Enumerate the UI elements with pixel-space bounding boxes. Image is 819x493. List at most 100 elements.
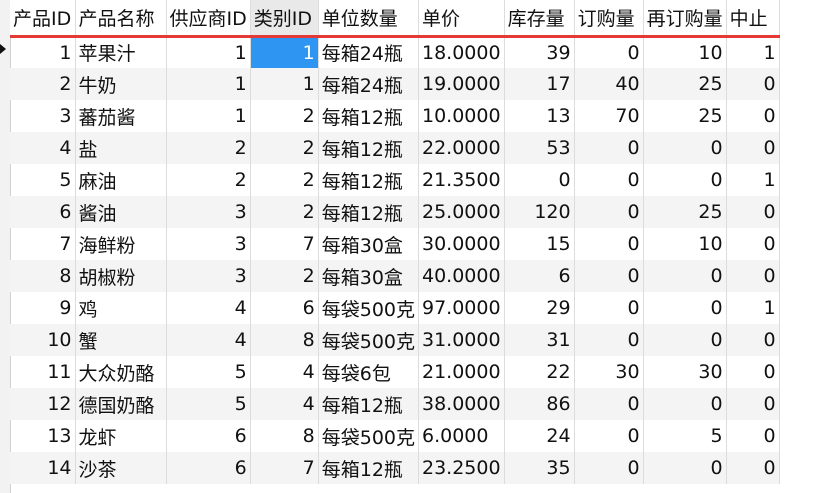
- cell-product-name[interactable]: 胡椒粉: [75, 260, 167, 292]
- cell-on-order[interactable]: 0: [574, 228, 644, 260]
- cell-reorder-level[interactable]: 0: [643, 164, 727, 196]
- cell-supplier-id[interactable]: 6: [166, 452, 251, 484]
- cell-product-name[interactable]: 德国奶酪: [75, 388, 167, 420]
- cell-product-name[interactable]: 蕃茄酱: [75, 100, 167, 132]
- cell-reorder-level[interactable]: 25: [643, 196, 727, 228]
- cell-unit-quantity[interactable]: 每袋6包: [318, 356, 420, 388]
- cell-stock[interactable]: 17: [504, 68, 575, 100]
- cell-category-id[interactable]: 8: [250, 324, 319, 356]
- cell-on-order[interactable]: 0: [574, 36, 644, 68]
- cell-product-id[interactable]: 11: [10, 356, 76, 388]
- cell-supplier-id[interactable]: 1: [166, 100, 251, 132]
- cell-on-order[interactable]: 0: [574, 196, 644, 228]
- cell-reorder-level[interactable]: 0: [643, 388, 727, 420]
- cell-discontinued[interactable]: 1: [726, 36, 780, 68]
- cell-unit-price[interactable]: 23.2500: [418, 452, 505, 484]
- cell-product-id[interactable]: 7: [10, 228, 76, 260]
- cell-supplier-id[interactable]: 5: [166, 356, 251, 388]
- cell-unit-quantity[interactable]: 每袋500克: [318, 324, 420, 356]
- cell-unit-quantity[interactable]: 每箱12瓶: [318, 100, 420, 132]
- cell-product-name[interactable]: 鸡: [75, 292, 167, 324]
- cell-product-id[interactable]: 9: [10, 292, 76, 324]
- cell-stock[interactable]: 15: [504, 228, 575, 260]
- cell-discontinued[interactable]: 0: [726, 68, 780, 100]
- column-header-supplier-id[interactable]: 供应商ID: [166, 0, 251, 36]
- column-header-discontinued[interactable]: 中止: [726, 0, 780, 36]
- cell-unit-quantity[interactable]: 每袋500克: [318, 420, 420, 452]
- cell-discontinued[interactable]: 0: [726, 420, 780, 452]
- cell-supplier-id[interactable]: 3: [166, 196, 251, 228]
- cell-category-id[interactable]: 2: [250, 164, 319, 196]
- cell-product-name[interactable]: 大众奶酪: [75, 356, 167, 388]
- cell-reorder-level[interactable]: 0: [643, 292, 727, 324]
- cell-unit-price[interactable]: 21.3500: [418, 164, 505, 196]
- column-header-on-order[interactable]: 订购量: [574, 0, 644, 36]
- cell-on-order[interactable]: 70: [574, 100, 644, 132]
- cell-product-id[interactable]: 8: [10, 260, 76, 292]
- cell-category-id[interactable]: 4: [250, 388, 319, 420]
- cell-product-name[interactable]: 酱油: [75, 196, 167, 228]
- cell-discontinued[interactable]: 0: [726, 324, 780, 356]
- cell-discontinued[interactable]: 1: [726, 164, 780, 196]
- cell-product-id[interactable]: 6: [10, 196, 76, 228]
- cell-unit-quantity[interactable]: 每袋500克: [318, 292, 420, 324]
- cell-unit-quantity[interactable]: 每箱12瓶: [318, 452, 420, 484]
- cell-unit-price[interactable]: 40.0000: [418, 260, 505, 292]
- cell-reorder-level[interactable]: 0: [643, 260, 727, 292]
- cell-unit-price[interactable]: 38.0000: [418, 388, 505, 420]
- cell-unit-price[interactable]: 18.0000: [418, 36, 505, 68]
- cell-on-order[interactable]: 0: [574, 324, 644, 356]
- cell-stock[interactable]: 24: [504, 420, 575, 452]
- cell-on-order[interactable]: 0: [574, 452, 644, 484]
- cell-supplier-id[interactable]: 2: [166, 132, 251, 164]
- cell-category-id[interactable]: 2: [250, 196, 319, 228]
- cell-stock[interactable]: 6: [504, 260, 575, 292]
- cell-unit-quantity[interactable]: 每箱24瓶: [318, 68, 420, 100]
- cell-on-order[interactable]: 0: [574, 420, 644, 452]
- cell-on-order[interactable]: 30: [574, 356, 644, 388]
- cell-unit-price[interactable]: 6.0000: [418, 420, 505, 452]
- column-header-unit-price[interactable]: 单价: [418, 0, 505, 36]
- cell-on-order[interactable]: 0: [574, 388, 644, 420]
- table-row[interactable]: 11 大众奶酪 5 4 每袋6包 21.0000 22 30 30 0: [10, 356, 780, 388]
- cell-category-id[interactable]: 7: [250, 452, 319, 484]
- cell-unit-quantity[interactable]: 每箱12瓶: [318, 164, 420, 196]
- cell-supplier-id[interactable]: 4: [166, 324, 251, 356]
- cell-discontinued[interactable]: 0: [726, 228, 780, 260]
- cell-unit-price[interactable]: 22.0000: [418, 132, 505, 164]
- cell-category-id[interactable]: 1: [250, 68, 319, 100]
- column-header-reorder-level[interactable]: 再订购量: [643, 0, 727, 36]
- table-row[interactable]: 10 蟹 4 8 每袋500克 31.0000 31 0 0 0: [10, 324, 780, 356]
- table-row[interactable]: 12 德国奶酪 5 4 每箱12瓶 38.0000 86 0 0 0: [10, 388, 780, 420]
- cell-unit-quantity[interactable]: 每箱30盒: [318, 228, 420, 260]
- cell-product-name[interactable]: 盐: [75, 132, 167, 164]
- cell-category-id[interactable]: 2: [250, 260, 319, 292]
- cell-supplier-id[interactable]: 4: [166, 292, 251, 324]
- cell-unit-price[interactable]: 31.0000: [418, 324, 505, 356]
- table-row[interactable]: 4 盐 2 2 每箱12瓶 22.0000 53 0 0 0: [10, 132, 780, 164]
- cell-discontinued[interactable]: 0: [726, 356, 780, 388]
- cell-supplier-id[interactable]: 1: [166, 36, 251, 68]
- cell-supplier-id[interactable]: 2: [166, 164, 251, 196]
- column-header-category-id[interactable]: 类别ID: [250, 0, 319, 36]
- cell-category-id[interactable]: 8: [250, 420, 319, 452]
- table-row[interactable]: 5 麻油 2 2 每箱12瓶 21.3500 0 0 0 1: [10, 164, 780, 196]
- table-row[interactable]: 6 酱油 3 2 每箱12瓶 25.0000 120 0 25 0: [10, 196, 780, 228]
- cell-product-id[interactable]: 1: [10, 36, 76, 68]
- cell-reorder-level[interactable]: 25: [643, 100, 727, 132]
- cell-reorder-level[interactable]: 0: [643, 324, 727, 356]
- column-header-stock[interactable]: 库存量: [504, 0, 575, 36]
- cell-product-name[interactable]: 苹果汁: [75, 36, 167, 68]
- cell-reorder-level[interactable]: 10: [643, 228, 727, 260]
- cell-category-id[interactable]: 2: [250, 132, 319, 164]
- cell-product-id[interactable]: 13: [10, 420, 76, 452]
- cell-category-id[interactable]: 6: [250, 292, 319, 324]
- cell-unit-quantity[interactable]: 每箱30盒: [318, 260, 420, 292]
- cell-supplier-id[interactable]: 3: [166, 260, 251, 292]
- cell-product-id[interactable]: 10: [10, 324, 76, 356]
- cell-supplier-id[interactable]: 5: [166, 388, 251, 420]
- cell-supplier-id[interactable]: 3: [166, 228, 251, 260]
- cell-stock[interactable]: 31: [504, 324, 575, 356]
- cell-discontinued[interactable]: 0: [726, 196, 780, 228]
- cell-product-name[interactable]: 麻油: [75, 164, 167, 196]
